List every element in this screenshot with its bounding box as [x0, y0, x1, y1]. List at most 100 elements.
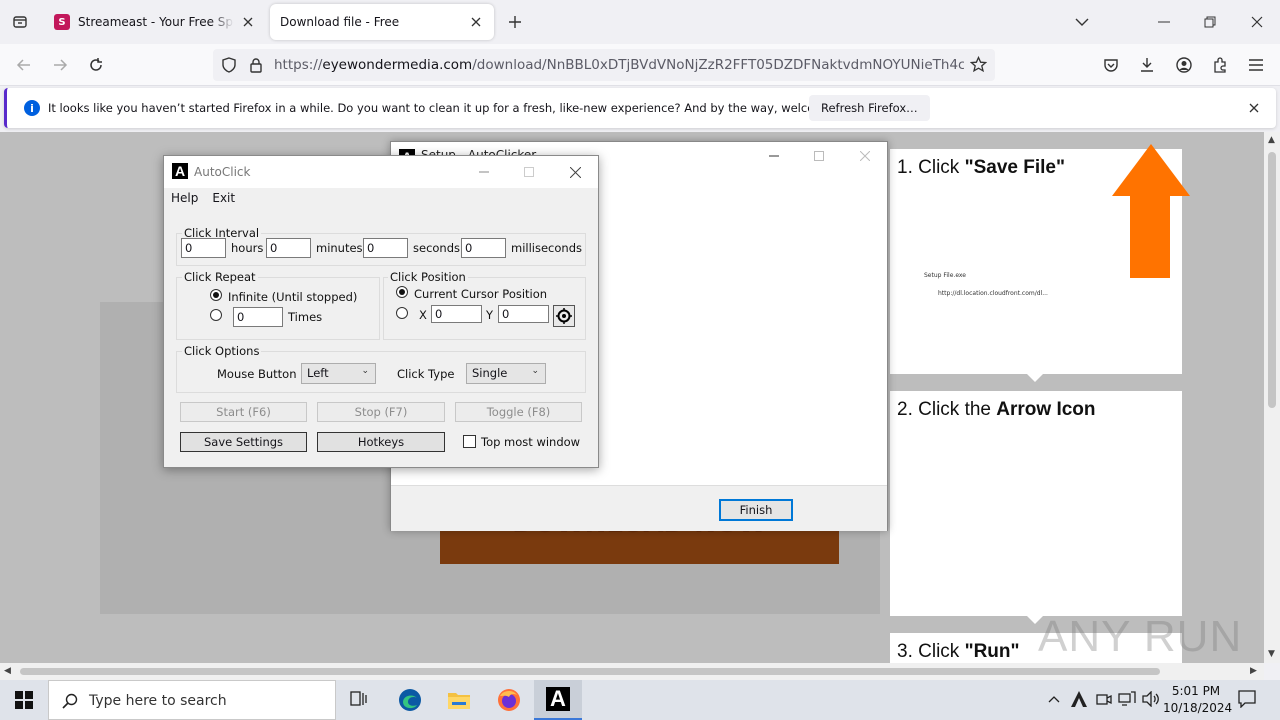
chevron-down-icon[interactable]	[1070, 10, 1094, 34]
meet-now-icon[interactable]	[1096, 691, 1112, 710]
scroll-down-arrow-icon[interactable]: ▼	[1268, 649, 1275, 659]
hamburger-menu-icon[interactable]	[1243, 52, 1269, 78]
volume-icon[interactable]	[1142, 690, 1160, 710]
hotkeys-button[interactable]: Hotkeys	[317, 432, 445, 452]
tab-streameast[interactable]: S Streameast - Your Free Sports Streams	[44, 4, 266, 40]
back-arrow-icon[interactable]	[11, 52, 37, 78]
clock-time: 5:01 PM	[1171, 684, 1221, 698]
infinite-radio[interactable]	[210, 289, 222, 301]
menu-bar: Help Exit	[164, 188, 598, 208]
step-1-file-url: http://dl.location.cloudfront.com/dl...	[938, 290, 1048, 297]
streameast-favicon-icon: S	[54, 14, 70, 30]
windows-taskbar: Type here to search A 5:01 PM 10/18/2024	[0, 680, 1280, 720]
scroll-left-arrow-icon[interactable]: ◀	[4, 666, 11, 676]
repeat-times-input[interactable]: 0	[233, 307, 283, 327]
firefox-icon[interactable]	[485, 680, 533, 720]
autoclick-window-title: AutoClick	[194, 165, 251, 179]
taskbar-search-box[interactable]: Type here to search	[48, 680, 336, 720]
anyrun-watermark: ANY RUN	[1038, 612, 1243, 661]
tab-download-file[interactable]: Download file - Free	[270, 4, 494, 40]
forward-arrow-icon[interactable]	[47, 52, 73, 78]
navigation-toolbar: https://eyewondermedia.com/download/NnBB…	[0, 44, 1280, 86]
bookmark-star-icon[interactable]	[969, 55, 988, 76]
pocket-icon[interactable]	[1098, 52, 1124, 78]
account-icon[interactable]	[1171, 52, 1197, 78]
start-button[interactable]: Start (F6)	[180, 402, 307, 422]
autoclick-window: A AutoClick Help Exit Click Interval 0 h…	[163, 155, 599, 468]
top-most-label: Top most window	[481, 435, 581, 449]
maximize-icon[interactable]	[804, 146, 834, 166]
step-1-title: 1. Click "Save File"	[897, 157, 1065, 178]
mouse-button-label: Mouse Button	[217, 367, 297, 381]
menu-help[interactable]: Help	[164, 191, 205, 205]
close-window-icon[interactable]	[850, 146, 880, 166]
close-window-icon[interactable]	[1245, 10, 1269, 34]
tab-title: Streameast - Your Free Sports Streams	[78, 15, 234, 29]
minutes-label: minutes	[316, 241, 363, 255]
step-1-file-name: Setup File.exe	[924, 272, 966, 279]
crosshair-target-icon[interactable]	[553, 305, 575, 327]
refresh-firefox-button[interactable]: Refresh Firefox…	[809, 95, 930, 121]
autoclick-title-bar[interactable]: A AutoClick	[164, 156, 598, 188]
minutes-input[interactable]: 0	[266, 238, 311, 258]
top-most-checkbox[interactable]	[463, 435, 476, 448]
autoclick-tray-icon[interactable]	[1070, 690, 1088, 711]
extensions-icon[interactable]	[1207, 52, 1233, 78]
search-placeholder: Type here to search	[89, 693, 227, 709]
step-2-title: 2. Click the Arrow Icon	[897, 399, 1096, 420]
close-window-icon[interactable]	[560, 162, 590, 182]
autoclick-taskbar-icon[interactable]: A	[534, 680, 582, 720]
clock-date: 10/18/2024	[1163, 701, 1233, 715]
tracking-protection-shield-icon[interactable]	[221, 57, 237, 76]
url-text[interactable]: https://eyewondermedia.com/download/NnBB…	[274, 57, 964, 73]
show-hidden-icons-chevron-up-icon[interactable]	[1048, 692, 1060, 706]
downloads-icon[interactable]	[1134, 52, 1160, 78]
edge-browser-icon[interactable]	[386, 680, 434, 720]
stop-button[interactable]: Stop (F7)	[317, 402, 445, 422]
maximize-icon[interactable]	[514, 162, 544, 182]
minimize-icon[interactable]	[469, 162, 499, 182]
x-input[interactable]: 0	[431, 305, 482, 323]
repeat-times-radio[interactable]	[210, 309, 222, 321]
menu-exit[interactable]: Exit	[205, 191, 242, 205]
network-icon[interactable]	[1118, 691, 1136, 710]
milliseconds-input[interactable]: 0	[461, 238, 506, 258]
finish-button[interactable]: Finish	[719, 499, 793, 521]
url-bar[interactable]: https://eyewondermedia.com/download/NnBB…	[213, 49, 995, 81]
fixed-position-radio[interactable]	[396, 307, 408, 319]
close-tab-icon[interactable]	[240, 14, 256, 30]
close-tab-icon[interactable]	[468, 14, 484, 30]
x-label: X	[419, 308, 427, 322]
restore-icon[interactable]	[1198, 10, 1222, 34]
reload-icon[interactable]	[83, 52, 109, 78]
autoclick-app-icon: A	[172, 163, 188, 179]
mouse-button-dropdown[interactable]: Left ⌄	[301, 363, 376, 384]
chevron-down-icon: ⌄	[531, 366, 539, 376]
minimize-icon[interactable]	[1152, 10, 1176, 34]
vertical-scrollbar[interactable]: ▲ ▼	[1264, 132, 1280, 663]
lock-icon[interactable]	[249, 57, 263, 76]
current-cursor-radio[interactable]	[396, 286, 408, 298]
file-explorer-icon[interactable]	[435, 680, 483, 720]
click-options-legend: Click Options	[182, 344, 262, 358]
seconds-input[interactable]: 0	[363, 238, 408, 258]
click-type-dropdown[interactable]: Single ⌄	[466, 363, 546, 384]
task-view-icon[interactable]	[336, 680, 384, 720]
scroll-right-arrow-icon[interactable]: ▶	[1250, 666, 1257, 676]
hours-input[interactable]: 0	[181, 238, 226, 258]
save-settings-button[interactable]: Save Settings	[180, 432, 307, 452]
windows-start-icon[interactable]	[0, 680, 48, 720]
new-tab-icon[interactable]	[503, 10, 527, 34]
toggle-button[interactable]: Toggle (F8)	[455, 402, 582, 422]
notifications-icon[interactable]	[1238, 690, 1256, 711]
vertical-scroll-thumb[interactable]	[1268, 152, 1276, 408]
minimize-icon[interactable]	[759, 146, 789, 166]
taskbar-clock[interactable]: 5:01 PM 10/18/2024	[1163, 683, 1233, 717]
scroll-up-arrow-icon[interactable]: ▲	[1268, 135, 1275, 145]
horizontal-scroll-thumb[interactable]	[20, 668, 1160, 675]
close-notification-icon[interactable]	[1246, 100, 1262, 116]
y-input[interactable]: 0	[498, 305, 549, 323]
click-type-value: Single	[472, 366, 508, 380]
horizontal-scrollbar[interactable]: ◀ ▶	[0, 663, 1264, 680]
list-all-tabs-icon[interactable]	[8, 10, 32, 34]
